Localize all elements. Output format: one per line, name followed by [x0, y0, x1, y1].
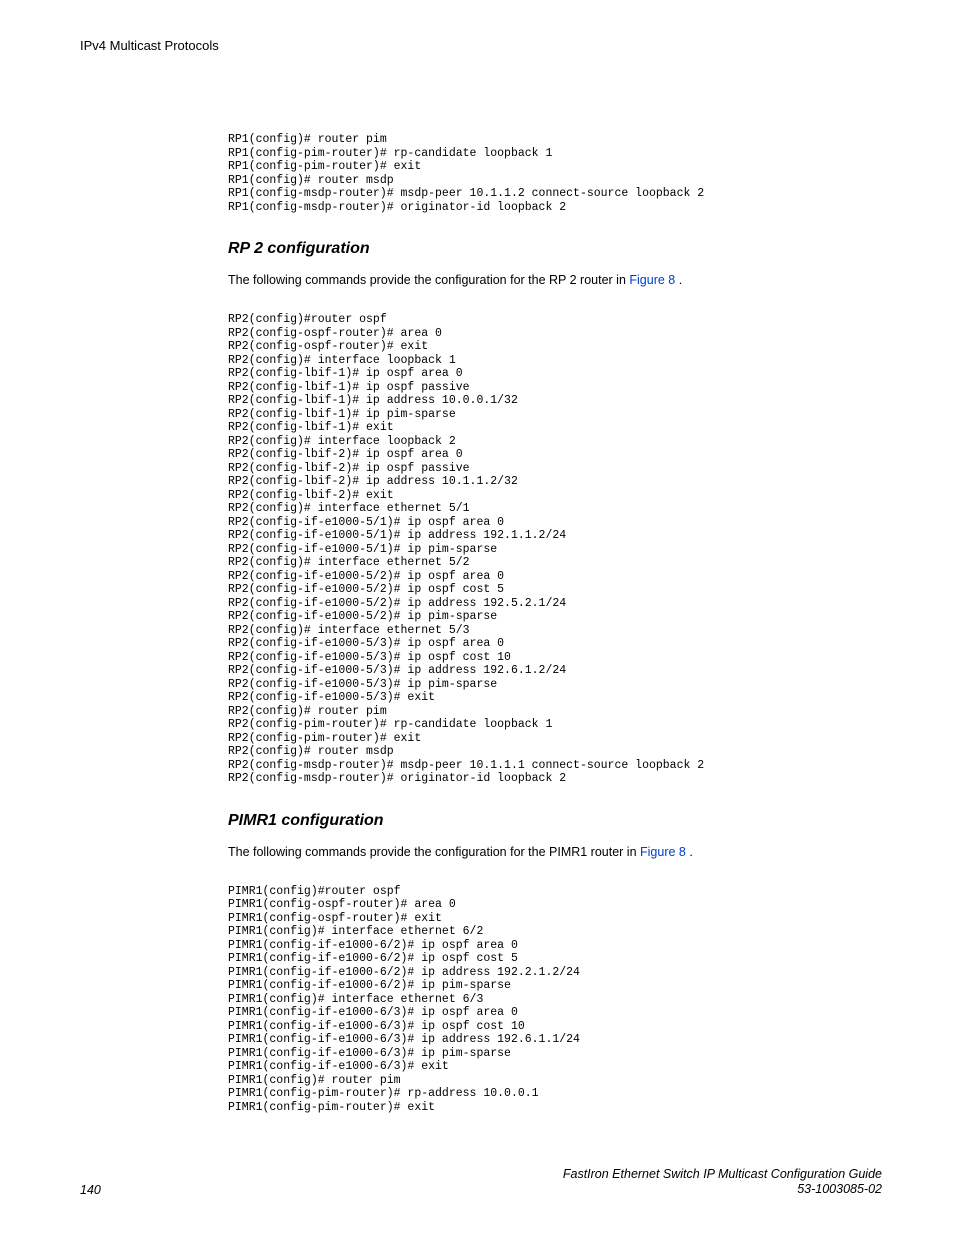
- intro-pimr1: The following commands provide the confi…: [228, 844, 882, 861]
- intro-rp2-pre: The following commands provide the confi…: [228, 273, 629, 287]
- heading-rp2: RP 2 configuration: [228, 240, 882, 258]
- footer-docnum: 53-1003085-02: [563, 1182, 882, 1197]
- intro-pimr1-post: .: [686, 845, 693, 859]
- code-block-rp2: RP2(config)#router ospf RP2(config-ospf-…: [228, 313, 882, 786]
- code-block-rp1: RP1(config)# router pim RP1(config-pim-r…: [228, 133, 882, 214]
- figure-link-pimr1[interactable]: Figure 8: [640, 845, 686, 859]
- intro-rp2: The following commands provide the confi…: [228, 272, 882, 289]
- code-block-pimr1: PIMR1(config)#router ospf PIMR1(config-o…: [228, 885, 882, 1115]
- footer-title: FastIron Ethernet Switch IP Multicast Co…: [563, 1167, 882, 1182]
- page-header: IPv4 Multicast Protocols: [80, 38, 882, 53]
- page: IPv4 Multicast Protocols RP1(config)# ro…: [0, 0, 954, 1235]
- footer-right: FastIron Ethernet Switch IP Multicast Co…: [563, 1167, 882, 1197]
- page-number: 140: [80, 1183, 101, 1197]
- figure-link-rp2[interactable]: Figure 8: [629, 273, 675, 287]
- intro-pimr1-pre: The following commands provide the confi…: [228, 845, 640, 859]
- intro-rp2-post: .: [675, 273, 682, 287]
- page-footer: 140 FastIron Ethernet Switch IP Multicas…: [80, 1167, 882, 1197]
- heading-pimr1: PIMR1 configuration: [228, 812, 882, 830]
- content-area: RP1(config)# router pim RP1(config-pim-r…: [228, 133, 882, 1114]
